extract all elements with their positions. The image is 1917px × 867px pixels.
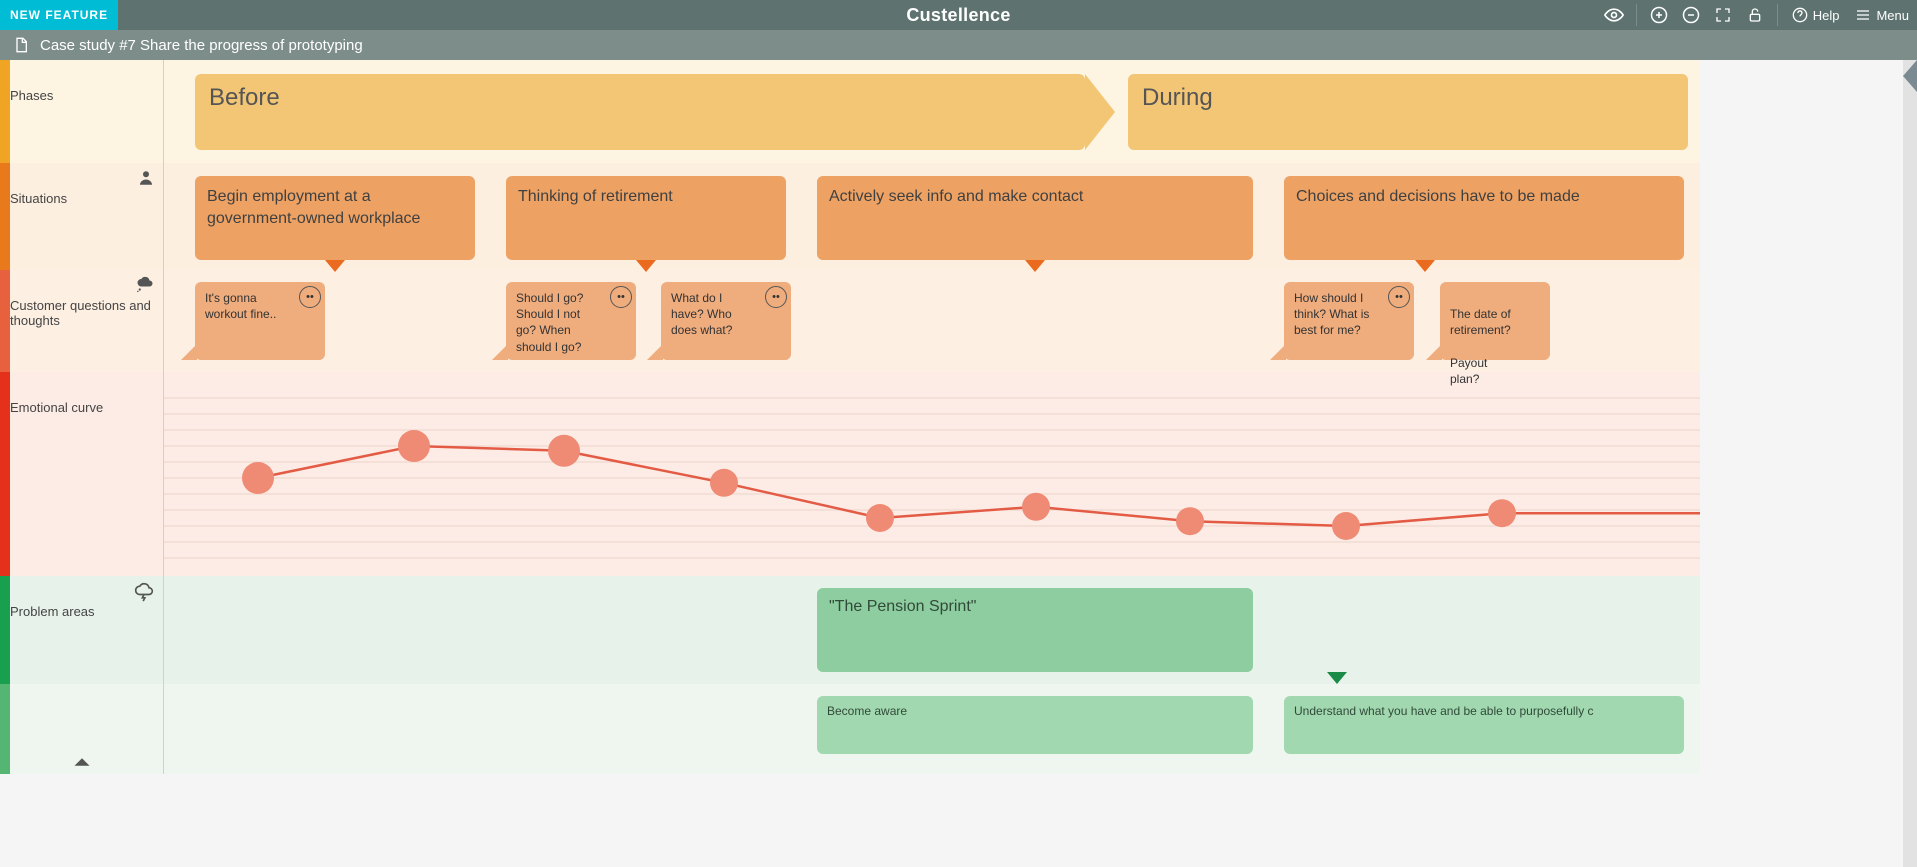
menu-label: Menu	[1876, 8, 1909, 23]
app-header: NEW FEATURE Custellence Help Menu	[0, 0, 1917, 30]
fullscreen-icon[interactable]	[1707, 0, 1739, 30]
face-neutral-icon: ••	[765, 286, 787, 308]
thought-text: It's gonna workout fine..	[205, 291, 276, 321]
document-title[interactable]: Case study #7 Share the progress of prot…	[40, 37, 363, 54]
situation-card[interactable]: Actively seek info and make contact	[817, 176, 1253, 260]
divider	[1777, 4, 1778, 26]
insight-card[interactable]: Understand what you have and be able to …	[1284, 696, 1684, 754]
zoom-in-icon[interactable]	[1643, 0, 1675, 30]
face-neutral-icon: ••	[299, 286, 321, 308]
journey-canvas[interactable]: Phases Situations Customer questions and…	[0, 60, 1917, 867]
insight-card[interactable]: Become aware	[817, 696, 1253, 754]
teaser-banner[interactable]: NEW FEATURE	[0, 0, 118, 30]
problem-card[interactable]: "The Pension Sprint"	[817, 588, 1253, 672]
gridlines	[164, 398, 1700, 558]
document-bar: Case study #7 Share the progress of prot…	[0, 30, 1917, 60]
zoom-out-icon[interactable]	[1675, 0, 1707, 30]
storm-cloud-icon	[133, 582, 155, 602]
thought-bubble[interactable]: The date of retirement? Payout plan?	[1440, 282, 1550, 360]
row-header-thoughts[interactable]: Customer questions and thoughts	[0, 270, 164, 372]
emotional-curve-chart[interactable]	[164, 372, 1700, 576]
divider	[1636, 4, 1637, 26]
situation-card[interactable]: Choices and decisions have to be made	[1284, 176, 1684, 260]
pointer-icon	[1415, 260, 1435, 272]
help-label: Help	[1813, 8, 1840, 23]
situation-card[interactable]: Begin employment at a government-owned w…	[195, 176, 475, 260]
phase-card-before[interactable]: Before	[195, 74, 1085, 150]
help-button[interactable]: Help	[1784, 7, 1848, 23]
chevron-up-icon	[73, 756, 91, 768]
face-neutral-icon: ••	[1388, 286, 1410, 308]
row-header-problems[interactable]: Problem areas	[0, 576, 164, 684]
row-label: Emotional curve	[10, 380, 103, 568]
document-icon	[12, 36, 30, 54]
face-neutral-icon: ••	[610, 286, 632, 308]
canvas-inner: Phases Situations Customer questions and…	[0, 60, 1700, 780]
lock-icon[interactable]	[1739, 0, 1771, 30]
pointer-icon	[325, 260, 345, 272]
row-label: Phases	[10, 68, 53, 155]
row-header-curve[interactable]: Emotional curve	[0, 372, 164, 576]
row-header-next[interactable]	[0, 684, 164, 774]
row-label: Situations	[10, 171, 67, 262]
person-icon	[137, 169, 155, 187]
phase-card-during[interactable]: During	[1128, 74, 1688, 150]
thought-bubble[interactable]: It's gonna workout fine.. ••	[195, 282, 325, 360]
thought-text: Should I go? Should I not go? When shoul…	[516, 291, 583, 354]
pointer-icon	[1025, 260, 1045, 272]
row-header-phases[interactable]: Phases	[0, 60, 164, 163]
thought-bubble[interactable]: How should I think? What is best for me?…	[1284, 282, 1414, 360]
thought-text: What do I have? Who does what?	[671, 291, 732, 337]
menu-button[interactable]: Menu	[1847, 7, 1917, 23]
header-actions: Help Menu	[1598, 0, 1917, 30]
scrollbar[interactable]	[1903, 60, 1917, 867]
thought-text: How should I think? What is best for me?	[1294, 291, 1369, 337]
thought-bubble[interactable]: Should I go? Should I not go? When shoul…	[506, 282, 636, 360]
thought-bubble[interactable]: What do I have? Who does what? ••	[661, 282, 791, 360]
curve-line	[258, 446, 1700, 526]
pointer-icon	[636, 260, 656, 272]
pointer-icon	[1327, 672, 1347, 684]
row-label: Problem areas	[10, 584, 95, 676]
preview-icon[interactable]	[1598, 0, 1630, 30]
row-label: Customer questions and thoughts	[10, 278, 153, 364]
brand-logo: Custellence	[906, 5, 1010, 26]
situation-card[interactable]: Thinking of retirement	[506, 176, 786, 260]
row-header-situations[interactable]: Situations	[0, 163, 164, 270]
